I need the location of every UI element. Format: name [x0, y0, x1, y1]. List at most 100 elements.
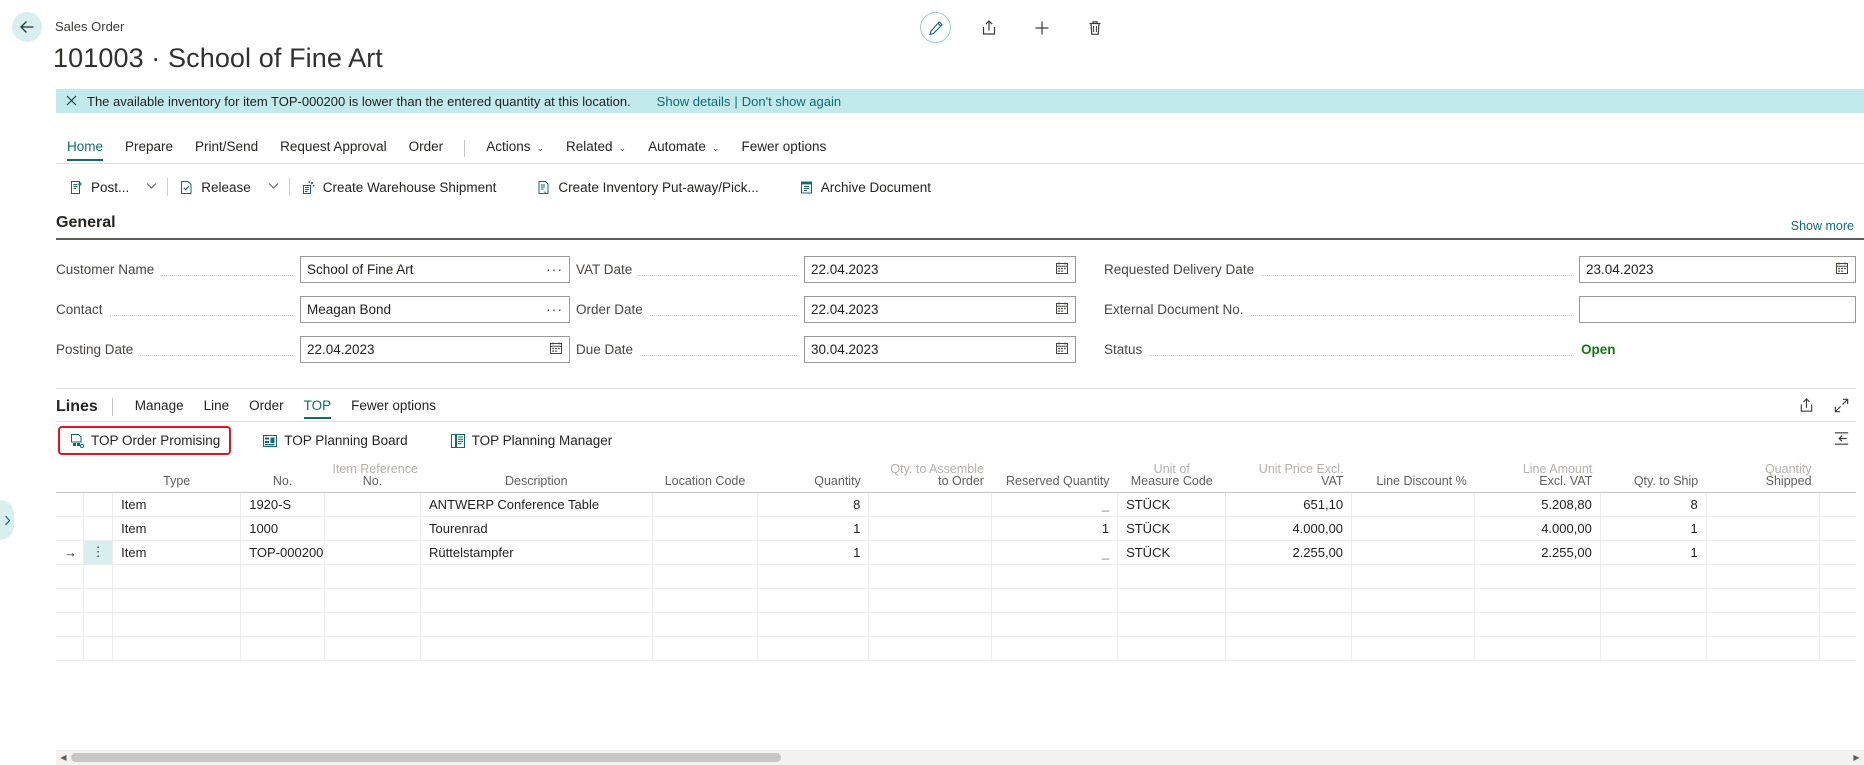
cell-location[interactable]	[652, 492, 758, 516]
cell-type[interactable]: Item	[113, 516, 241, 540]
cell-unit-price[interactable]	[1226, 612, 1352, 636]
cell-description[interactable]: Tourenrad	[421, 516, 653, 540]
cell-qty-invoice[interactable]	[1820, 564, 1856, 588]
cell-qty-ship[interactable]: 1	[1600, 540, 1706, 564]
cell-unit-price[interactable]	[1226, 564, 1352, 588]
show-more-link[interactable]: Show more	[1791, 219, 1854, 233]
row-menu-button[interactable]	[83, 588, 113, 612]
ribbon-tab-home[interactable]: Home	[56, 135, 114, 161]
cell-type[interactable]	[113, 612, 241, 636]
cell-type[interactable]: Item	[113, 492, 241, 516]
calendar-icon[interactable]	[543, 341, 563, 358]
column-header-uom[interactable]: Unit ofMeasure Code	[1118, 458, 1226, 492]
cell-qty-assemble[interactable]	[869, 636, 992, 660]
cell-qty-invoice[interactable]	[1820, 492, 1856, 516]
cell-uom[interactable]: STÜCK	[1118, 492, 1226, 516]
cell-item-ref-no[interactable]	[324, 492, 420, 516]
cell-type[interactable]	[113, 588, 241, 612]
cell-location[interactable]	[652, 588, 758, 612]
lines-tab-fewer-options[interactable]: Fewer options	[341, 395, 446, 419]
cell-line-amount[interactable]	[1475, 588, 1601, 612]
cell-line-disc[interactable]	[1352, 612, 1475, 636]
column-header-unit-price[interactable]: Unit Price Excl.VAT	[1226, 458, 1352, 492]
cell-type[interactable]	[113, 636, 241, 660]
top-planning-manager-button[interactable]: TOP Planning Manager	[441, 428, 622, 453]
table-row[interactable]: Item1920-SANTWERP Conference Table8_STÜC…	[56, 492, 1856, 516]
cell-unit-price[interactable]	[1226, 636, 1352, 660]
calendar-icon[interactable]	[1829, 261, 1849, 278]
cell-line-amount[interactable]	[1475, 564, 1601, 588]
ribbon-tab-print-send[interactable]: Print/Send	[184, 135, 269, 161]
cell-qty-ship[interactable]: 1	[1600, 516, 1706, 540]
scroll-left-icon[interactable]: ◀	[56, 753, 71, 762]
lines-tab-top[interactable]: TOP	[294, 395, 342, 419]
top-order-promising-button[interactable]: TOP Order Promising	[60, 428, 229, 453]
cell-unit-price[interactable]: 651,10	[1226, 492, 1352, 516]
cell-quantity[interactable]	[758, 636, 869, 660]
table-row[interactable]: Item1000Tourenrad11STÜCK4.000,004.000,00…	[56, 516, 1856, 540]
row-menu-button[interactable]	[83, 516, 113, 540]
cell-location[interactable]	[652, 612, 758, 636]
cell-qty-assemble[interactable]	[869, 492, 992, 516]
cell-type[interactable]: Item	[113, 540, 241, 564]
post-button[interactable]: Post...	[60, 176, 138, 199]
cell-line-disc[interactable]	[1352, 492, 1475, 516]
cell-description[interactable]	[421, 588, 653, 612]
cell-no[interactable]: 1000	[241, 516, 325, 540]
ribbon-tab-order[interactable]: Order	[398, 135, 455, 161]
cell-qty-ship[interactable]	[1600, 612, 1706, 636]
cell-uom[interactable]	[1118, 636, 1226, 660]
cell-line-disc[interactable]	[1352, 564, 1475, 588]
posting-date-input[interactable]: 22.04.2023	[300, 336, 570, 363]
scroll-track[interactable]	[71, 750, 1849, 765]
order-date-input[interactable]: 22.04.2023	[804, 296, 1076, 323]
ribbon-tab-prepare[interactable]: Prepare	[114, 135, 184, 161]
ribbon-tab-request-approval[interactable]: Request Approval	[269, 135, 398, 161]
cell-description[interactable]: ANTWERP Conference Table	[421, 492, 653, 516]
cell-no[interactable]	[241, 564, 325, 588]
column-header-location[interactable]: Location Code	[652, 458, 758, 492]
cell-qty-shipped[interactable]	[1706, 588, 1819, 612]
create-warehouse-shipment-button[interactable]: Create Warehouse Shipment	[292, 176, 506, 199]
cell-item-ref-no[interactable]	[324, 588, 420, 612]
due-date-input[interactable]: 30.04.2023	[804, 336, 1076, 363]
cell-reserved[interactable]	[992, 588, 1118, 612]
column-header-item-ref-no[interactable]: Item ReferenceNo.	[324, 458, 420, 492]
cell-location[interactable]	[652, 564, 758, 588]
cell-reserved[interactable]: _	[992, 492, 1118, 516]
share-button[interactable]	[973, 12, 1004, 43]
cell-line-disc[interactable]	[1352, 588, 1475, 612]
cell-qty-shipped[interactable]	[1706, 516, 1819, 540]
cell-qty-ship[interactable]	[1600, 636, 1706, 660]
cell-qty-assemble[interactable]	[869, 612, 992, 636]
cell-item-ref-no[interactable]	[324, 612, 420, 636]
column-header-qty-shipped[interactable]: QuantityShipped	[1706, 458, 1819, 492]
row-menu-button[interactable]: ⋮	[83, 540, 113, 564]
cell-uom[interactable]	[1118, 588, 1226, 612]
cell-reserved[interactable]	[992, 636, 1118, 660]
requested-delivery-date-input[interactable]: 23.04.2023	[1579, 256, 1856, 283]
cell-qty-assemble[interactable]	[869, 564, 992, 588]
cell-line-disc[interactable]	[1352, 540, 1475, 564]
lookup-icon[interactable]: ···	[540, 261, 563, 277]
delete-button[interactable]	[1079, 12, 1110, 43]
cell-description[interactable]: Rüttelstampfer	[421, 540, 653, 564]
close-icon[interactable]	[66, 95, 77, 108]
cell-line-amount[interactable]: 4.000,00	[1475, 516, 1601, 540]
fact-box-expander[interactable]	[0, 500, 14, 540]
cell-qty-shipped[interactable]	[1706, 540, 1819, 564]
pin-panel-icon[interactable]	[1833, 430, 1856, 450]
new-button[interactable]	[1026, 12, 1057, 43]
edit-button[interactable]	[920, 12, 951, 43]
top-planning-board-button[interactable]: TOP Planning Board	[253, 428, 416, 453]
cell-line-amount[interactable]	[1475, 636, 1601, 660]
cell-qty-invoice[interactable]	[1820, 636, 1856, 660]
lines-tab-manage[interactable]: Manage	[125, 395, 194, 419]
calendar-icon[interactable]	[1049, 341, 1069, 358]
scroll-thumb[interactable]	[71, 753, 781, 762]
cell-no[interactable]	[241, 612, 325, 636]
row-menu-button[interactable]	[83, 492, 113, 516]
customer-name-input[interactable]: School of Fine Art ···	[300, 256, 570, 283]
ribbon-tab-automate[interactable]: Automate⌄	[637, 135, 730, 161]
cell-quantity[interactable]	[758, 588, 869, 612]
